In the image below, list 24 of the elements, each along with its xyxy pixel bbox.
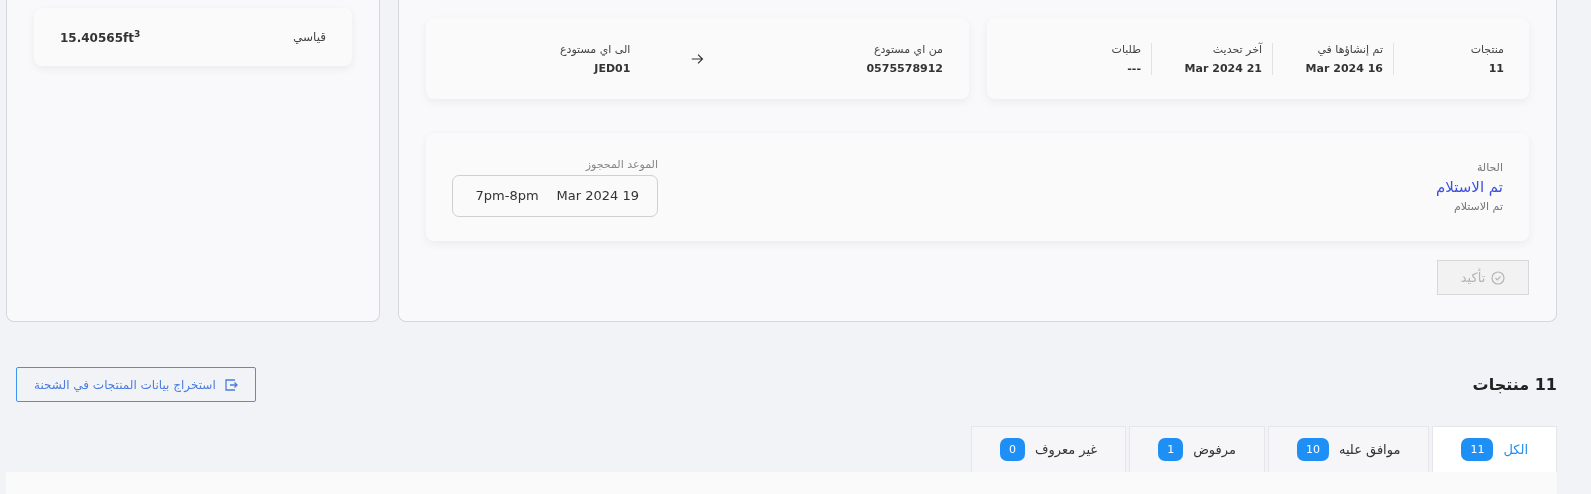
stat-label: تم إنشاؤها في: [1316, 42, 1383, 56]
stat-label: منتجات: [1469, 42, 1504, 56]
stat-value: Mar 2024 16: [1304, 61, 1383, 75]
stat-label: آخر تحديث: [1211, 42, 1262, 56]
status-note: تم الاستلام: [1452, 200, 1503, 213]
export-icon: [224, 378, 238, 391]
volume-value: 15.40565ft$^{3}$: [60, 29, 141, 45]
status-label: الحالة: [1475, 161, 1503, 174]
stat-value: 11: [1487, 61, 1504, 75]
stat-value: Mar 2024 21: [1183, 61, 1262, 75]
stat-value: ---: [1126, 61, 1141, 75]
appointment-label: الموعد المحجوز: [584, 157, 658, 171]
status-value: تم الاستلام: [1436, 178, 1503, 196]
from-value: 0575578912: [865, 61, 943, 75]
to-value: JED01: [592, 61, 631, 75]
to-label: الى اي مستودع: [558, 42, 631, 56]
export-button[interactable]: استخراج بيانات المنتجات في الشحنة: [16, 367, 256, 402]
products-heading: 11 منتجات: [1472, 375, 1557, 394]
volume-label: قياسي: [292, 30, 326, 44]
appointment-time: 7pm-8pm: [475, 188, 539, 203]
stat-label: طلبات: [1110, 42, 1141, 56]
appointment-date: Mar 2024 19: [556, 188, 639, 203]
from-label: من اي مستودع: [872, 42, 943, 56]
check-circle-icon: [1491, 270, 1506, 285]
